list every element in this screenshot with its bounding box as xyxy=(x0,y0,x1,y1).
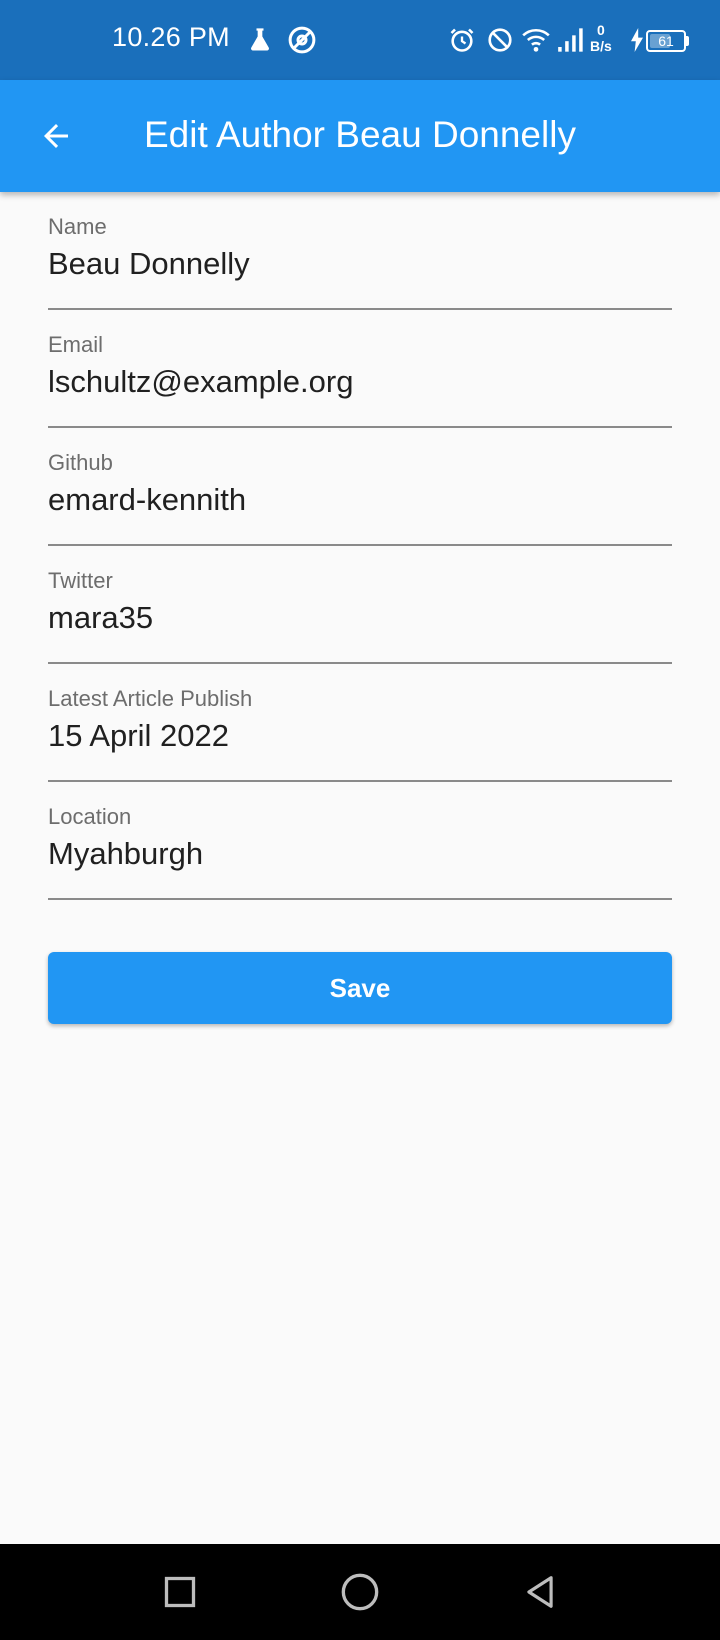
location-field-label: Location xyxy=(48,804,132,829)
do-not-disturb-icon xyxy=(484,24,516,56)
recents-square-icon xyxy=(164,1576,196,1608)
name-field-label: Name xyxy=(48,214,107,239)
email-field-value[interactable]: lschultz@example.org xyxy=(48,364,353,400)
back-button[interactable] xyxy=(28,108,84,164)
github-field-label: Github xyxy=(48,450,113,475)
back-nav-button[interactable] xyxy=(516,1568,564,1616)
back-triangle-icon xyxy=(527,1576,553,1608)
wifi-icon xyxy=(520,24,552,56)
app-bar: Edit Author Beau Donnelly xyxy=(0,80,720,192)
status-time: 10.26 PM xyxy=(112,22,230,52)
twitter-field-value[interactable]: mara35 xyxy=(48,600,153,636)
recents-button[interactable] xyxy=(156,1568,204,1616)
latest-article-field-label: Latest Article Publish xyxy=(48,686,253,711)
alarm-icon xyxy=(446,24,478,56)
at-sign-icon xyxy=(286,24,318,56)
battery-icon: 61 xyxy=(646,30,686,52)
network-speed-value: 0 xyxy=(597,22,605,38)
save-button[interactable]: Save xyxy=(48,952,672,1024)
location-field-value[interactable]: Myahburgh xyxy=(48,836,203,872)
charging-icon xyxy=(628,24,646,56)
flask-icon xyxy=(244,24,276,56)
network-speed-unit: B/s xyxy=(590,38,612,54)
github-field[interactable]: Github emard-kennith xyxy=(48,428,672,546)
twitter-field[interactable]: Twitter mara35 xyxy=(48,546,672,664)
github-field-value[interactable]: emard-kennith xyxy=(48,482,246,518)
system-nav-bar xyxy=(0,1544,720,1640)
latest-article-field-value[interactable]: 15 April 2022 xyxy=(48,718,229,754)
arrow-left-icon xyxy=(44,124,68,148)
location-field[interactable]: Location Myahburgh xyxy=(48,782,672,900)
name-field-value[interactable]: Beau Donnelly xyxy=(48,246,250,282)
name-field[interactable]: Name Beau Donnelly xyxy=(48,192,672,310)
home-circle-icon xyxy=(341,1573,379,1611)
network-speed: 0 B/s xyxy=(590,22,612,54)
email-field-label: Email xyxy=(48,332,104,357)
email-field[interactable]: Email lschultz@example.org xyxy=(48,310,672,428)
signal-icon xyxy=(556,24,586,56)
battery-level: 61 xyxy=(658,33,674,49)
battery-cap xyxy=(686,36,689,46)
home-button[interactable] xyxy=(336,1568,384,1616)
page-title: Edit Author Beau Donnelly xyxy=(144,114,576,155)
latest-article-field[interactable]: Latest Article Publish 15 April 2022 xyxy=(48,664,672,782)
status-bar: 10.26 PM 0 B/s 61 xyxy=(0,0,720,80)
twitter-field-label: Twitter xyxy=(48,568,113,593)
edit-author-form: Name Beau Donnelly Email lschultz@exampl… xyxy=(48,192,672,900)
